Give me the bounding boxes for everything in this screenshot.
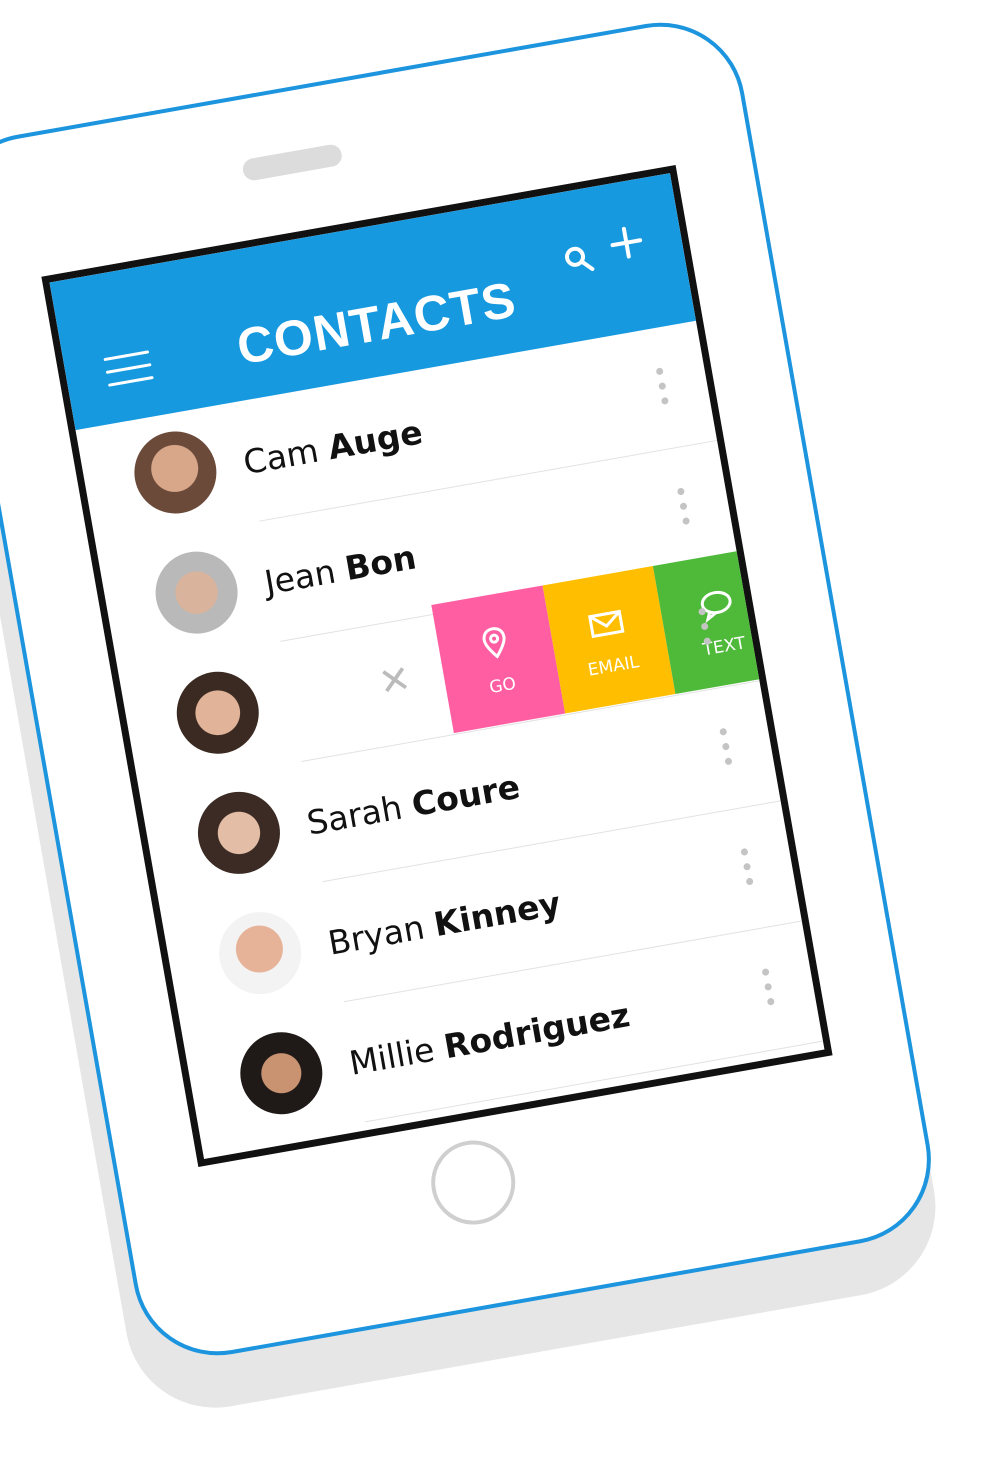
call-label: CALL xyxy=(812,613,833,641)
home-button[interactable] xyxy=(424,1133,522,1232)
phone-speaker xyxy=(241,142,344,182)
search-icon[interactable] xyxy=(561,242,596,277)
call-button[interactable]: CALL xyxy=(763,526,833,675)
contact-name: Bryan Kinney xyxy=(325,883,564,963)
avatar xyxy=(255,1145,351,1168)
avatar xyxy=(212,905,308,1001)
text-label: TEXT xyxy=(701,633,748,661)
plus-icon[interactable] xyxy=(607,223,646,262)
phone-device: CONTACTS Cam Auge Jean Bon ✕ GO EMAIL TE… xyxy=(0,9,945,1369)
go-button[interactable]: GO xyxy=(431,585,565,734)
close-icon[interactable]: ✕ xyxy=(375,656,414,705)
envelope-icon xyxy=(587,609,625,639)
phone-icon xyxy=(810,571,833,599)
vertical-dots-icon[interactable] xyxy=(740,847,754,887)
contact-name: Millie Rodriguez xyxy=(346,995,633,1083)
email-label: EMAIL xyxy=(586,652,641,681)
vertical-dots-icon[interactable] xyxy=(761,968,776,1007)
email-button[interactable]: EMAIL xyxy=(542,565,676,714)
text-button[interactable]: TEXT xyxy=(652,546,787,695)
avatar xyxy=(191,785,287,881)
contact-name: Sarah Coure xyxy=(303,766,523,843)
map-pin-icon xyxy=(482,627,506,659)
go-label: GO xyxy=(487,673,518,699)
contact-list: Cam Auge Jean Bon ✕ GO EMAIL TEXT CALL S… xyxy=(76,321,833,1168)
contact-name: Jean Bon xyxy=(261,537,420,603)
contact-name: Cam Auge xyxy=(240,412,426,483)
avatar xyxy=(233,1025,329,1121)
phone-screen: CONTACTS Cam Auge Jean Bon ✕ GO EMAIL TE… xyxy=(41,164,833,1168)
avatar xyxy=(127,424,223,520)
avatar xyxy=(149,545,245,641)
avatar xyxy=(170,665,266,761)
vertical-dots-icon[interactable] xyxy=(719,727,733,767)
vertical-dots-icon[interactable] xyxy=(676,487,691,526)
vertical-dots-icon[interactable] xyxy=(655,367,670,406)
